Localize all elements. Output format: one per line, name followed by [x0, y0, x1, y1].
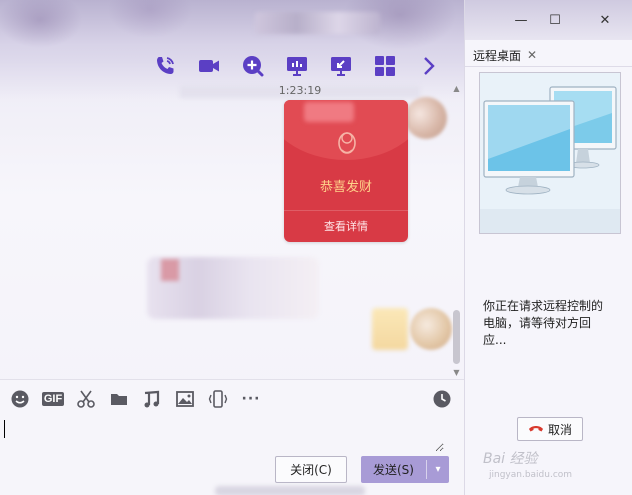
screen-share-button[interactable] — [282, 52, 312, 80]
red-packet-view-details[interactable]: 查看详情 — [284, 218, 408, 234]
tab-label: 远程桌面 — [473, 48, 522, 63]
avatar[interactable] — [405, 97, 447, 139]
send-options-dropdown[interactable]: ▾ — [427, 456, 449, 483]
send-button-group: 发送(S) ▾ — [361, 456, 449, 483]
chat-scrollbar[interactable]: ▲ ▼ — [451, 84, 462, 378]
smiley-icon — [11, 390, 29, 408]
emoji-button[interactable] — [8, 388, 32, 410]
remote-request-status: 你正在请求远程控制的电脑，请等待对方回应... — [483, 299, 604, 347]
shake-phone-icon — [208, 390, 228, 408]
video-camera-icon — [199, 60, 219, 72]
presentation-icon — [287, 57, 307, 76]
red-packet-title: 恭喜发财 — [319, 180, 372, 195]
contact-name-blurred — [255, 12, 380, 34]
baidu-watermark-url: jingyan.baidu.com — [489, 470, 573, 480]
avatar[interactable] — [410, 308, 452, 350]
shake-button[interactable] — [206, 388, 230, 410]
penguin-icon — [338, 132, 356, 154]
input-toolbar: GIF ··· — [8, 388, 263, 410]
blurred-message — [372, 308, 408, 350]
image-icon — [176, 391, 194, 407]
two-monitors-icon — [480, 73, 620, 233]
message-history-button[interactable] — [430, 388, 454, 410]
voice-call-button[interactable] — [150, 52, 180, 80]
screenshot-button[interactable] — [74, 388, 98, 410]
text-caret — [4, 420, 5, 438]
remote-desktop-icon — [331, 57, 351, 76]
more-options-button[interactable]: ··· — [239, 388, 263, 410]
clock-icon — [433, 390, 451, 408]
gif-button[interactable]: GIF — [41, 388, 65, 410]
message-input[interactable] — [4, 418, 444, 452]
folder-icon — [111, 394, 127, 405]
remote-desktop-illustration — [479, 72, 621, 234]
chat-toolbar — [150, 52, 444, 80]
qq-app-button[interactable] — [238, 52, 268, 80]
scroll-up-arrow[interactable]: ▲ — [451, 84, 462, 94]
chat-pane: 1:23:19 恭喜发财 查看详情 ▲ ▼ GIF ··· 关闭(C) 发送(S… — [0, 0, 464, 495]
send-image-button[interactable] — [173, 388, 197, 410]
scroll-thumb[interactable] — [453, 310, 460, 364]
message-timestamp: 1:23:19 — [180, 84, 420, 100]
blurred-content — [215, 486, 365, 495]
remote-desktop-pane: — ☐ ✕ 远程桌面 ✕ 你正在请求远程控制的电脑，请等待对方回应... 取消 … — [464, 0, 632, 495]
send-file-button[interactable] — [107, 388, 131, 410]
cancel-label: 取消 — [547, 422, 572, 437]
tab-remote-desktop[interactable]: 远程桌面 ✕ — [473, 44, 553, 66]
more-dots-icon: ··· — [241, 391, 261, 407]
search-plus-icon — [243, 56, 264, 77]
phone-call-icon — [157, 57, 174, 74]
window-controls: — ☐ ✕ — [465, 0, 632, 40]
red-packet-message[interactable]: 恭喜发财 查看详情 — [284, 100, 408, 242]
scissors-icon — [77, 390, 95, 408]
timestamp-text: 1:23:19 — [278, 84, 322, 97]
message-input-area: GIF ··· 关闭(C) 发送(S) ▾ — [0, 379, 464, 495]
tab-close-icon[interactable]: ✕ — [527, 48, 537, 62]
expand-toolbar-button[interactable] — [414, 52, 444, 80]
hang-up-icon — [528, 426, 543, 432]
more-apps-button[interactable] — [370, 52, 400, 80]
video-call-button[interactable] — [194, 52, 224, 80]
gif-icon: GIF — [41, 392, 65, 406]
music-note-icon — [144, 390, 160, 408]
scroll-down-arrow[interactable]: ▼ — [451, 368, 462, 378]
cancel-remote-button[interactable]: 取消 — [517, 417, 583, 441]
remote-desktop-button[interactable] — [326, 52, 356, 80]
baidu-watermark: Bai 经验 — [483, 451, 538, 467]
maximize-button[interactable]: ☐ — [545, 10, 565, 30]
music-button[interactable] — [140, 388, 164, 410]
chevron-right-icon — [424, 57, 435, 75]
blurred-message — [147, 257, 319, 319]
minimize-button[interactable]: — — [511, 10, 531, 30]
close-button[interactable]: 关闭(C) — [275, 456, 347, 483]
send-button[interactable]: 发送(S) — [361, 456, 426, 483]
grid-icon — [375, 56, 395, 76]
close-window-button[interactable]: ✕ — [595, 10, 615, 30]
